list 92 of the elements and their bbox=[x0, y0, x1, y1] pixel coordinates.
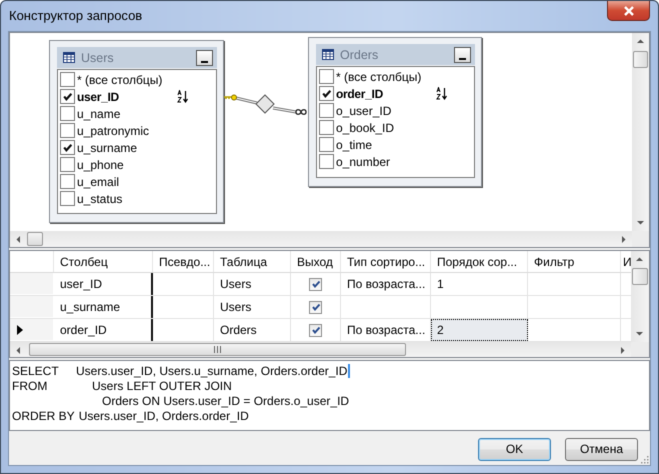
scroll-left-icon[interactable] bbox=[15, 347, 22, 354]
output-checkbox[interactable] bbox=[309, 278, 322, 290]
table-title: Users bbox=[81, 50, 115, 64]
sql-keyword: ORDER BY bbox=[12, 409, 75, 424]
resize-grip-icon[interactable] bbox=[639, 454, 649, 464]
field-checkbox[interactable] bbox=[60, 191, 75, 206]
sql-text: Users.user_ID, Users.u_surname, Orders.order_ID bbox=[76, 364, 348, 379]
sql-keyword: SELECT bbox=[12, 364, 60, 379]
field-name[interactable]: * (все столбцы) bbox=[336, 70, 422, 84]
window-title: Конструктор запросов bbox=[9, 8, 142, 23]
table-window[interactable]: Orders * (все столбцы) order_ID o_user_ID o_book_ID o_time o_number bbox=[308, 37, 482, 187]
field-checkbox[interactable] bbox=[60, 89, 75, 104]
column-header[interactable]: Псевдо... bbox=[153, 251, 214, 272]
field-checkbox[interactable] bbox=[60, 157, 75, 172]
sql-keyword: FROM bbox=[12, 379, 48, 394]
field-checkbox[interactable] bbox=[319, 137, 334, 152]
scroll-up-icon[interactable] bbox=[637, 38, 644, 45]
column-header[interactable]: Порядок сор... bbox=[431, 251, 528, 272]
horizontal-scrollbar[interactable] bbox=[10, 231, 632, 247]
field-checkbox[interactable] bbox=[319, 86, 334, 101]
output-checkbox[interactable] bbox=[309, 324, 322, 336]
close-icon bbox=[622, 6, 634, 16]
field-checkbox[interactable] bbox=[60, 123, 75, 138]
sql-text: Users LEFT OUTER JOIN bbox=[92, 379, 232, 394]
grid-cell: order_ID bbox=[60, 323, 107, 337]
scroll-right-icon[interactable] bbox=[620, 236, 628, 243]
grid-cell[interactable]: 2 bbox=[431, 319, 528, 341]
scroll-down-icon[interactable] bbox=[637, 219, 644, 226]
grid-cell: user_ID bbox=[60, 277, 102, 291]
field-name[interactable]: o_user_ID bbox=[336, 104, 392, 118]
column-header[interactable]: Таблица bbox=[214, 251, 291, 272]
scroll-up-icon[interactable] bbox=[636, 256, 643, 263]
field-checkbox[interactable] bbox=[319, 69, 334, 84]
minimize-icon bbox=[458, 56, 467, 62]
sql-text: Users.user_ID, Orders.order_ID bbox=[78, 409, 249, 424]
field-name[interactable]: order_ID bbox=[336, 86, 383, 100]
grid-cell: Users bbox=[220, 300, 252, 314]
column-header[interactable]: Выход bbox=[291, 251, 341, 272]
minimize-button[interactable] bbox=[454, 46, 471, 62]
vertical-scrollbar[interactable] bbox=[631, 251, 649, 342]
field-checkbox[interactable] bbox=[60, 106, 75, 121]
field-checkbox[interactable] bbox=[60, 72, 75, 87]
field-name[interactable]: * (все столбцы) bbox=[77, 72, 162, 86]
grid-row[interactable]: u_surname Users bbox=[10, 296, 631, 319]
grid-cell: По возраста... bbox=[347, 323, 426, 337]
field-name[interactable]: u_name bbox=[77, 106, 120, 120]
field-name[interactable]: u_status bbox=[77, 192, 122, 206]
field-checkbox[interactable] bbox=[60, 174, 75, 189]
field-checkbox[interactable] bbox=[319, 120, 334, 135]
grid-cell: 1 bbox=[437, 277, 444, 291]
field-name[interactable]: o_book_ID bbox=[336, 120, 394, 134]
row-header[interactable] bbox=[10, 319, 54, 341]
field-name[interactable]: user_ID bbox=[77, 90, 119, 104]
horizontal-scrollbar[interactable] bbox=[10, 342, 631, 357]
sql-text: Orders ON Users.user_ID = Orders.o_user_ID bbox=[102, 394, 350, 409]
field-name[interactable]: u_surname bbox=[77, 140, 138, 154]
field-name[interactable]: u_email bbox=[77, 174, 120, 188]
table-window[interactable]: Users * (все столбцы) user_ID u_name u_patronymic u_surname u_phone u_email u_status bbox=[49, 40, 224, 223]
minimize-button[interactable] bbox=[196, 50, 213, 66]
scrollbar-thumb[interactable] bbox=[27, 232, 43, 246]
close-button[interactable] bbox=[607, 1, 650, 21]
vertical-scrollbar[interactable] bbox=[632, 33, 649, 231]
scrollbar-thumb[interactable] bbox=[633, 51, 648, 68]
grid-cell: Users bbox=[220, 277, 252, 291]
field-name[interactable]: o_time bbox=[336, 138, 372, 152]
column-header[interactable]: Столбец bbox=[54, 251, 153, 272]
grid-cell: По возраста... bbox=[347, 277, 426, 291]
text-cursor bbox=[348, 364, 350, 378]
field-checkbox[interactable] bbox=[319, 103, 334, 118]
table-title: Orders bbox=[340, 48, 380, 62]
scrollbar-thumb[interactable] bbox=[29, 343, 406, 356]
output-checkbox[interactable] bbox=[309, 300, 322, 314]
dialog-button[interactable]: OK bbox=[478, 438, 551, 460]
field-checkbox[interactable] bbox=[60, 140, 75, 155]
dialog-button[interactable]: Отмена bbox=[565, 438, 638, 460]
field-name[interactable]: u_phone bbox=[77, 158, 124, 172]
scrollbar-thumb[interactable] bbox=[632, 268, 648, 285]
field-checkbox[interactable] bbox=[319, 154, 334, 169]
grid-row[interactable]: user_ID Users По возраста... 1 bbox=[10, 273, 631, 296]
scroll-right-icon[interactable] bbox=[619, 347, 626, 354]
minimize-icon bbox=[200, 60, 209, 64]
table-grid-icon bbox=[63, 52, 75, 63]
grid-cell: Orders bbox=[220, 323, 257, 337]
table-grid-icon bbox=[322, 49, 334, 60]
scroll-left-icon[interactable] bbox=[15, 236, 22, 243]
field-name[interactable]: u_patronymic bbox=[77, 124, 150, 138]
column-header[interactable]: Тип сортиро... bbox=[341, 251, 431, 272]
scroll-down-icon[interactable] bbox=[636, 330, 643, 337]
field-name[interactable]: o_number bbox=[336, 154, 390, 168]
grid-cell: u_surname bbox=[60, 300, 120, 314]
column-header[interactable]: Фильтр bbox=[528, 251, 621, 272]
grip-icon bbox=[213, 346, 222, 353]
